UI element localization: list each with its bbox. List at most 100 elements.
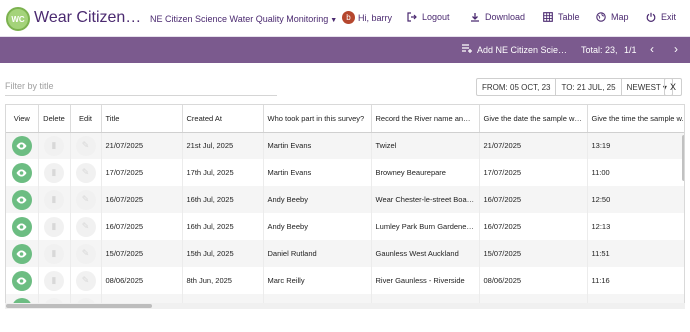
table-row[interactable]: ▮ ✎ 21/07/2025 21st Jul, 2025 Martin Evans Tw… [6,132,684,159]
to-date-button[interactable]: TO: 21 JUL, 25 [556,79,622,95]
add-record-label: Add NE Citizen Science Water Quality Mon… [477,44,572,55]
table-cell: River Gaunless - Riverside [371,267,480,294]
eye-icon[interactable] [11,135,32,156]
table-cell: Andy Beeby [263,186,372,213]
table-view-button[interactable]: Table [543,12,580,22]
playlist-add-icon [462,44,473,55]
from-date-button[interactable]: FROM: 05 OCT, 23 [477,79,557,95]
table-cell: Marc Reilly [263,267,372,294]
map-label: Map [611,12,629,22]
table-row[interactable]: ▮ ✎ 08/06/2025 8th Jun, 2025 Marc Reilly Rive… [6,267,684,294]
download-button[interactable]: Download [470,12,525,22]
table-cell: 15/07/2025 [101,240,183,267]
trash-icon[interactable]: ▮ [44,135,64,156]
project-selector[interactable]: NE Citizen Science Water Quality Monitor… [150,14,337,24]
exit-button[interactable]: Exit [646,12,676,22]
column-header[interactable]: Title [101,105,183,133]
table-row[interactable]: ▮ ✎ 15/07/2025 15th Jul, 2025 Daniel Rutland… [6,240,684,267]
edit-cell: ✎ [70,159,102,186]
pencil-icon[interactable]: ✎ [75,189,96,210]
column-header[interactable]: Edit [70,105,102,133]
pencil-icon[interactable]: ✎ [75,135,96,156]
view-cell [6,186,39,213]
edit-cell: ✎ [70,267,102,294]
table-cell: Lumley Park Burn Gardener's Arms [371,213,480,240]
records-table: View Delete Edit Title Created At Who to… [5,104,685,304]
clear-filters-button[interactable]: X [664,78,682,96]
logout-button[interactable]: Logout [407,12,450,22]
add-record-button[interactable]: Add NE Citizen Science Water Quality Mon… [462,44,572,55]
table-cell: Andy Beeby [263,213,372,240]
eye-icon[interactable] [11,162,32,183]
table-icon [543,12,553,22]
table-cell: 11:00 [587,159,684,186]
column-header[interactable]: Delete [38,105,71,133]
table-cell: 21/07/2025 [101,132,183,159]
download-label: Download [485,12,526,22]
delete-cell: ▮ [38,240,71,267]
table-label: Table [558,12,580,22]
table-row[interactable]: ▮ ✎ 17/07/2025 17th Jul, 2025 Martin Evans Br… [6,159,684,186]
table-cell: Martin Evans [263,159,372,186]
map-view-button[interactable]: Map [596,12,629,22]
column-header[interactable]: Who took part in this survey? [263,105,372,133]
table-cell: 16th Jul, 2025 [182,186,264,213]
table-cell: Wear Chester-le-street Boathouse [371,186,480,213]
column-header[interactable]: Give the time the sample w... [587,105,684,133]
table-cell: 16/07/2025 [479,213,588,240]
table-cell: 16th Jul, 2025 [182,213,264,240]
app-title[interactable]: Wear Citizen Science [34,9,144,27]
horizontal-scrollbar[interactable] [6,304,152,308]
trash-icon[interactable]: ▮ [44,270,64,291]
download-icon [471,13,479,22]
pencil-icon[interactable]: ✎ [75,162,96,183]
edit-cell: ✎ [70,213,102,240]
power-icon [646,12,656,22]
avatar[interactable]: b [342,11,355,24]
top-header: WC Wear Citizen Science NE Citizen Scien… [0,0,690,37]
table-header-row: View Delete Edit Title Created At Who to… [6,105,684,133]
table-cell: 11:51 [587,240,684,267]
prev-page-icon[interactable]: ‹ [650,42,654,56]
table-row[interactable]: ▮ ✎ 16/07/2025 16th Jul, 2025 Andy Beeby Luml… [6,213,684,240]
column-header[interactable]: View [6,105,39,133]
next-page-icon[interactable]: › [674,42,678,56]
column-header[interactable]: Created At [182,105,264,133]
table-cell: 13:19 [587,132,684,159]
table-cell: 08/06/2025 [479,267,588,294]
table-cell: 08/06/2025 [101,267,183,294]
eye-icon[interactable] [11,270,32,291]
eye-icon[interactable] [11,243,32,264]
table-cell: 16/07/2025 [101,186,183,213]
title-filter-input[interactable] [5,76,277,96]
delete-cell: ▮ [38,213,71,240]
pencil-icon[interactable]: ✎ [75,243,96,264]
delete-cell: ▮ [38,159,71,186]
table-cell: Browney Beaurepare [371,159,480,186]
caret-down-icon: ▼ [330,17,338,24]
trash-icon[interactable]: ▮ [44,189,64,210]
table-cell: Martin Evans [263,132,372,159]
trash-icon[interactable]: ▮ [44,162,64,183]
table-cell: 8th Jun, 2025 [182,267,264,294]
pencil-icon[interactable]: ✎ [75,270,96,291]
trash-icon[interactable]: ▮ [44,216,64,237]
view-cell [6,159,39,186]
table-cell: Twizel [371,132,480,159]
column-header[interactable]: Give the date the sample wa... [479,105,588,133]
user-greeting[interactable]: Hi, barry [358,13,392,23]
table-cell: 15/07/2025 [479,240,588,267]
eye-icon[interactable] [11,216,32,237]
eye-icon[interactable] [11,189,32,210]
column-header[interactable]: Record the River name and ... [371,105,480,133]
trash-icon[interactable]: ▮ [44,243,64,264]
edit-cell: ✎ [70,240,102,267]
view-cell [6,267,39,294]
pencil-icon[interactable]: ✎ [75,216,96,237]
table-cell: 11:16 [587,267,684,294]
table-cell: Gaunless West Auckland [371,240,480,267]
app-logo[interactable]: WC [6,7,30,31]
table-row[interactable]: ▮ ✎ 16/07/2025 16th Jul, 2025 Andy Beeby Wear… [6,186,684,213]
table-cell: 15th Jul, 2025 [182,240,264,267]
exit-label: Exit [661,12,677,22]
